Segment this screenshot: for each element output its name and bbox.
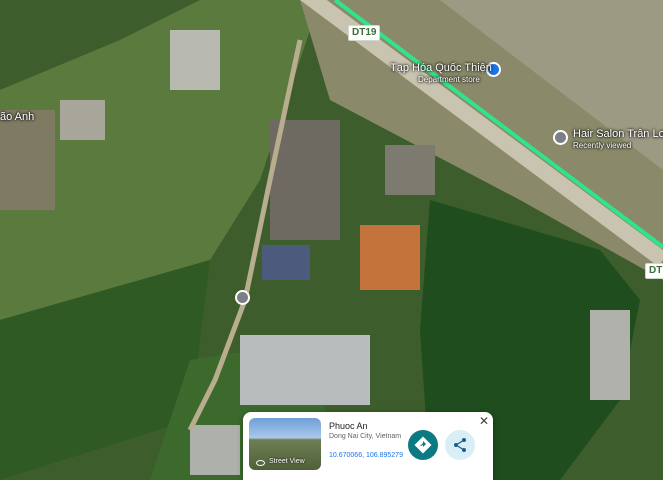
directions-icon bbox=[414, 436, 432, 454]
place-coordinates[interactable]: 10.670066, 106.895279 bbox=[329, 452, 403, 459]
close-icon[interactable]: ✕ bbox=[479, 414, 489, 428]
share-icon bbox=[454, 438, 466, 452]
directions-button[interactable] bbox=[408, 430, 438, 460]
street-view-icon bbox=[256, 460, 265, 466]
place-info-card[interactable]: Street View Phuoc An Dong Nai City, Viet… bbox=[243, 412, 493, 480]
place-status-salon: Recently viewed bbox=[573, 141, 632, 150]
place-category-shop: Department store bbox=[418, 75, 480, 84]
location-pin-icon[interactable] bbox=[553, 130, 568, 145]
road-label-dt1: DT1 bbox=[645, 263, 663, 279]
road-label-dt19: DT19 bbox=[348, 25, 381, 41]
place-label-salon[interactable]: Hair Salon Trân Lon bbox=[573, 128, 663, 140]
place-label-left-edge[interactable]: ão Anh bbox=[0, 111, 34, 123]
street-view-thumbnail[interactable]: Street View bbox=[249, 418, 321, 470]
street-view-label: Street View bbox=[269, 458, 305, 465]
place-label-shop[interactable]: Tạp Hóa Quốc Thiện bbox=[390, 62, 492, 74]
satellite-map[interactable]: DT19 DT1 ão Anh Tạp Hóa Quốc Thiện Depar… bbox=[0, 0, 663, 480]
dropped-pin-icon[interactable] bbox=[235, 290, 250, 305]
share-button[interactable] bbox=[445, 430, 475, 460]
place-subtitle: Dong Nai City, Vietnam bbox=[329, 433, 402, 440]
map-imagery bbox=[0, 0, 663, 480]
place-title: Phuoc An bbox=[329, 421, 368, 431]
